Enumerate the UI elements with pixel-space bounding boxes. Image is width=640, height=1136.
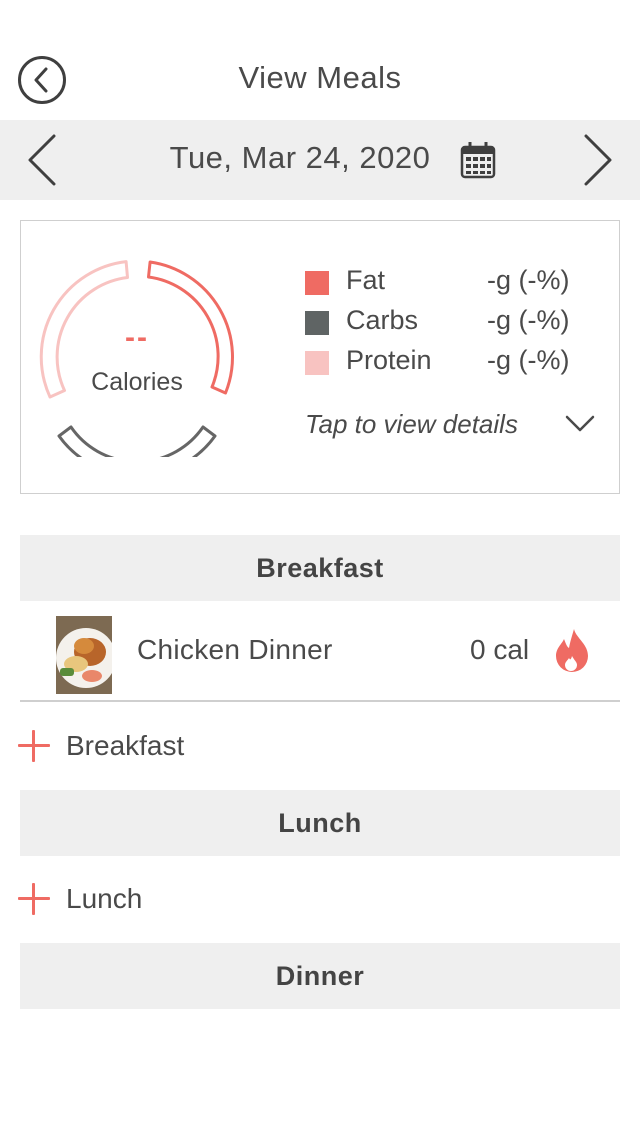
add-lunch-label: Lunch <box>66 883 143 914</box>
plus-icon <box>18 883 50 915</box>
top-header: View Meals <box>0 40 640 120</box>
fire-icon <box>556 629 588 672</box>
legend-row-carbs: Carbs -g (-%) <box>305 305 605 345</box>
legend-label-carbs: Carbs <box>346 305 419 335</box>
legend-value-protein: -g (-%) <box>487 345 570 375</box>
view-details-link[interactable]: Tap to view details <box>305 409 518 440</box>
meal-calories: 0 cal <box>470 634 530 665</box>
fat-swatch <box>305 271 329 295</box>
legend-value-carbs: -g (-%) <box>487 305 570 335</box>
add-lunch-button[interactable]: Lunch <box>18 877 318 921</box>
section-header-dinner: Dinner <box>20 943 620 1009</box>
add-breakfast-label: Breakfast <box>66 730 185 761</box>
carbs-swatch <box>305 311 329 335</box>
chevron-down-icon[interactable] <box>565 413 595 435</box>
macro-legend: Fat -g (-%) Carbs -g (-%) Protein -g (-%… <box>305 265 605 385</box>
section-header-lunch: Lunch <box>20 790 620 856</box>
plus-icon <box>18 730 50 762</box>
calories-label: Calories <box>91 368 183 396</box>
section-header-breakfast: Breakfast <box>20 535 620 601</box>
macro-ring-chart <box>39 260 234 457</box>
next-day-button[interactable] <box>578 132 618 188</box>
nutrition-summary-card[interactable]: -- Calories Fat -g (-%) Carbs -g (-%) Pr… <box>20 220 620 494</box>
ring-segment-carbs <box>57 425 217 457</box>
meal-thumbnail <box>56 616 112 694</box>
legend-value-fat: -g (-%) <box>487 265 570 295</box>
add-breakfast-button[interactable]: Breakfast <box>18 724 318 768</box>
meal-name: Chicken Dinner <box>137 634 333 665</box>
calendar-icon[interactable] <box>460 141 496 179</box>
protein-swatch <box>305 351 329 375</box>
legend-row-protein: Protein -g (-%) <box>305 345 605 385</box>
legend-label-fat: Fat <box>346 265 386 295</box>
legend-label-protein: Protein <box>346 345 432 375</box>
current-date[interactable]: Tue, Mar 24, 2020 <box>0 140 600 176</box>
page-title: View Meals <box>238 60 402 95</box>
chevron-right-icon <box>584 134 612 186</box>
meal-list-item[interactable]: Chicken Dinner 0 cal <box>20 602 620 702</box>
calories-value: -- <box>125 321 149 354</box>
date-navigation-bar: Tue, Mar 24, 2020 <box>0 120 640 200</box>
legend-row-fat: Fat -g (-%) <box>305 265 605 305</box>
